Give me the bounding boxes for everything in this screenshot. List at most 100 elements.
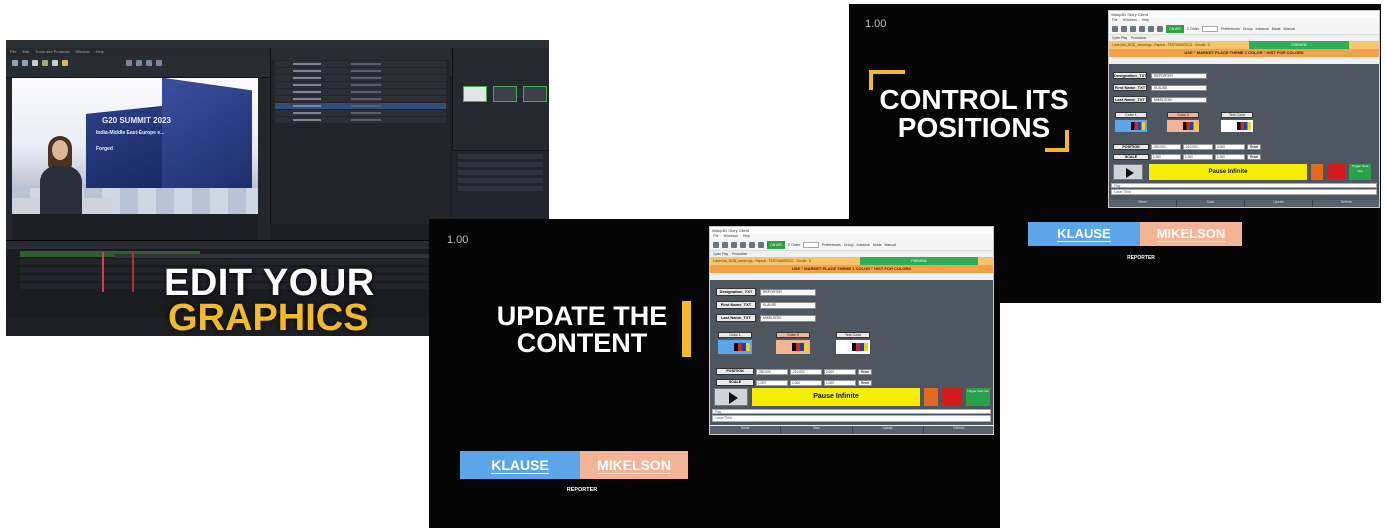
search-icon[interactable] bbox=[749, 241, 755, 248]
grid-icon[interactable] bbox=[1130, 25, 1136, 32]
log-field[interactable]: Lower Third bbox=[712, 415, 991, 422]
update-button[interactable]: Update bbox=[852, 426, 924, 434]
light-tool-icon[interactable] bbox=[62, 60, 68, 66]
scale-reset-button[interactable]: Reset bbox=[1247, 154, 1261, 160]
link-icon[interactable] bbox=[1157, 25, 1163, 32]
menu-windows[interactable]: Windows bbox=[724, 234, 738, 239]
last-name-input[interactable]: MIKELSON bbox=[760, 314, 816, 322]
select-tool-icon[interactable] bbox=[12, 60, 18, 66]
move-tool-icon[interactable] bbox=[22, 60, 28, 66]
preview-button[interactable]: PREVIEW bbox=[1249, 41, 1349, 49]
snap-tool-icon[interactable] bbox=[156, 60, 162, 66]
menu-edit[interactable]: Edit bbox=[22, 48, 29, 56]
reset-button[interactable]: Reset bbox=[1109, 200, 1177, 207]
tree-row[interactable] bbox=[275, 96, 446, 102]
search-icon[interactable] bbox=[1148, 25, 1154, 32]
designation-input[interactable]: REPORTER bbox=[1151, 72, 1207, 79]
asset-thumbnail[interactable] bbox=[523, 86, 547, 102]
property-row[interactable] bbox=[458, 170, 543, 175]
tree-row[interactable] bbox=[275, 68, 446, 74]
trigger-next-out-button[interactable]: Trigger Next Out bbox=[1349, 164, 1371, 180]
property-row[interactable] bbox=[458, 178, 543, 183]
position-reset-button[interactable]: Reset bbox=[1247, 144, 1261, 150]
log-field[interactable]: Lower Third bbox=[1111, 189, 1377, 195]
color-1-picker[interactable]: Color 1 bbox=[718, 332, 752, 354]
refresh-button[interactable]: Refresh bbox=[923, 426, 993, 434]
preferences-menu[interactable]: Preferences bbox=[822, 243, 841, 247]
menu-window[interactable]: Window bbox=[75, 48, 89, 56]
pause-infinite-button[interactable]: Pause Infinite bbox=[752, 388, 920, 406]
group-menu[interactable]: Group bbox=[844, 243, 854, 247]
first-name-input[interactable]: KLAUSE bbox=[760, 301, 816, 309]
settings-icon[interactable] bbox=[1139, 25, 1145, 32]
color-swatch[interactable] bbox=[1167, 120, 1199, 132]
first-name-input[interactable]: KLAUSE bbox=[1151, 84, 1207, 91]
color-2-picker[interactable]: Color 2 bbox=[776, 332, 810, 354]
last-name-input[interactable]: MIKELSON bbox=[1151, 96, 1207, 103]
position-y-input[interactable]: -210.000 bbox=[790, 368, 822, 375]
refresh-icon[interactable] bbox=[1112, 25, 1118, 32]
align-tool-icon[interactable] bbox=[146, 60, 152, 66]
z-order-input[interactable] bbox=[1201, 25, 1218, 32]
out-button[interactable] bbox=[1327, 164, 1345, 180]
menu-file[interactable]: File bbox=[10, 48, 16, 56]
timeline-keyframe-marker[interactable] bbox=[132, 252, 134, 292]
instance-menu[interactable]: Instance bbox=[857, 243, 870, 247]
scale-x-input[interactable]: 1.000 bbox=[756, 379, 788, 386]
on-air-button[interactable]: ON AIR bbox=[767, 240, 785, 249]
menu-help[interactable]: Help bbox=[96, 48, 104, 56]
color-swatch[interactable] bbox=[1221, 120, 1253, 132]
timeline-playhead[interactable] bbox=[102, 252, 104, 292]
scene-viewport[interactable]: G20 SUMMIT 2023 India-Middle East-Europe… bbox=[12, 78, 258, 214]
shape-tool-icon[interactable] bbox=[42, 60, 48, 66]
on-air-button[interactable]: ON AIR bbox=[1166, 24, 1184, 33]
play-button[interactable] bbox=[1113, 164, 1143, 180]
save-button[interactable]: Save bbox=[1177, 200, 1245, 207]
position-z-input[interactable]: 0.000 bbox=[1215, 144, 1245, 150]
designation-input[interactable]: REPORTER bbox=[760, 288, 816, 296]
color-swatch[interactable] bbox=[776, 340, 810, 354]
menu-help[interactable]: Help bbox=[1142, 18, 1149, 23]
color-swatch[interactable] bbox=[718, 340, 752, 354]
menu-tools[interactable]: Tools and Products bbox=[35, 48, 69, 56]
update-button[interactable]: Update bbox=[1245, 200, 1313, 207]
camera-tool-icon[interactable] bbox=[52, 60, 58, 66]
scale-z-input[interactable]: 1.000 bbox=[824, 379, 856, 386]
scale-y-input[interactable]: 1.000 bbox=[790, 379, 822, 386]
property-row[interactable] bbox=[458, 162, 543, 167]
z-order-input[interactable] bbox=[802, 241, 819, 248]
reset-button[interactable]: Reset bbox=[710, 426, 782, 434]
tree-row[interactable] bbox=[275, 82, 446, 88]
refresh-button[interactable]: Refresh bbox=[1313, 200, 1379, 207]
asset-thumbnail[interactable] bbox=[493, 86, 517, 102]
scale-reset-button[interactable]: Reset bbox=[858, 379, 872, 386]
menu-file[interactable]: File bbox=[713, 234, 719, 239]
tree-row[interactable] bbox=[275, 61, 446, 67]
instance-menu[interactable]: Instance bbox=[1256, 27, 1269, 31]
save-button[interactable]: Save bbox=[781, 426, 853, 434]
tree-row-selected[interactable] bbox=[275, 103, 446, 109]
trigger-next-out-button[interactable]: Trigger Next Out bbox=[966, 388, 990, 406]
asset-thumbnail[interactable] bbox=[463, 86, 487, 102]
refresh-icon[interactable] bbox=[713, 241, 719, 248]
position-z-input[interactable]: 0.000 bbox=[824, 368, 856, 375]
position-reset-button[interactable]: Reset bbox=[858, 368, 872, 375]
group-menu[interactable]: Group bbox=[1243, 27, 1253, 31]
position-x-input[interactable]: -390.000 bbox=[756, 368, 788, 375]
stop-button[interactable] bbox=[1311, 164, 1323, 180]
menu-help[interactable]: Help bbox=[743, 234, 750, 239]
menu-windows[interactable]: Windows bbox=[1123, 18, 1137, 23]
color-1-picker[interactable]: Color 1 bbox=[1115, 112, 1147, 132]
grid-tool-icon[interactable] bbox=[136, 60, 142, 66]
scale-x-input[interactable]: 1.000 bbox=[1151, 154, 1181, 160]
stop-button[interactable] bbox=[924, 388, 938, 406]
text-color-picker[interactable]: Text Color bbox=[836, 332, 870, 354]
color-2-picker[interactable]: Color 2 bbox=[1167, 112, 1199, 132]
link-icon[interactable] bbox=[758, 241, 764, 248]
tree-row[interactable] bbox=[275, 117, 446, 123]
settings-icon[interactable] bbox=[740, 241, 746, 248]
list-icon[interactable] bbox=[1121, 25, 1127, 32]
pause-infinite-button[interactable]: Pause Infinite bbox=[1149, 164, 1307, 180]
scale-y-input[interactable]: 1.000 bbox=[1183, 154, 1213, 160]
property-row[interactable] bbox=[458, 186, 543, 191]
